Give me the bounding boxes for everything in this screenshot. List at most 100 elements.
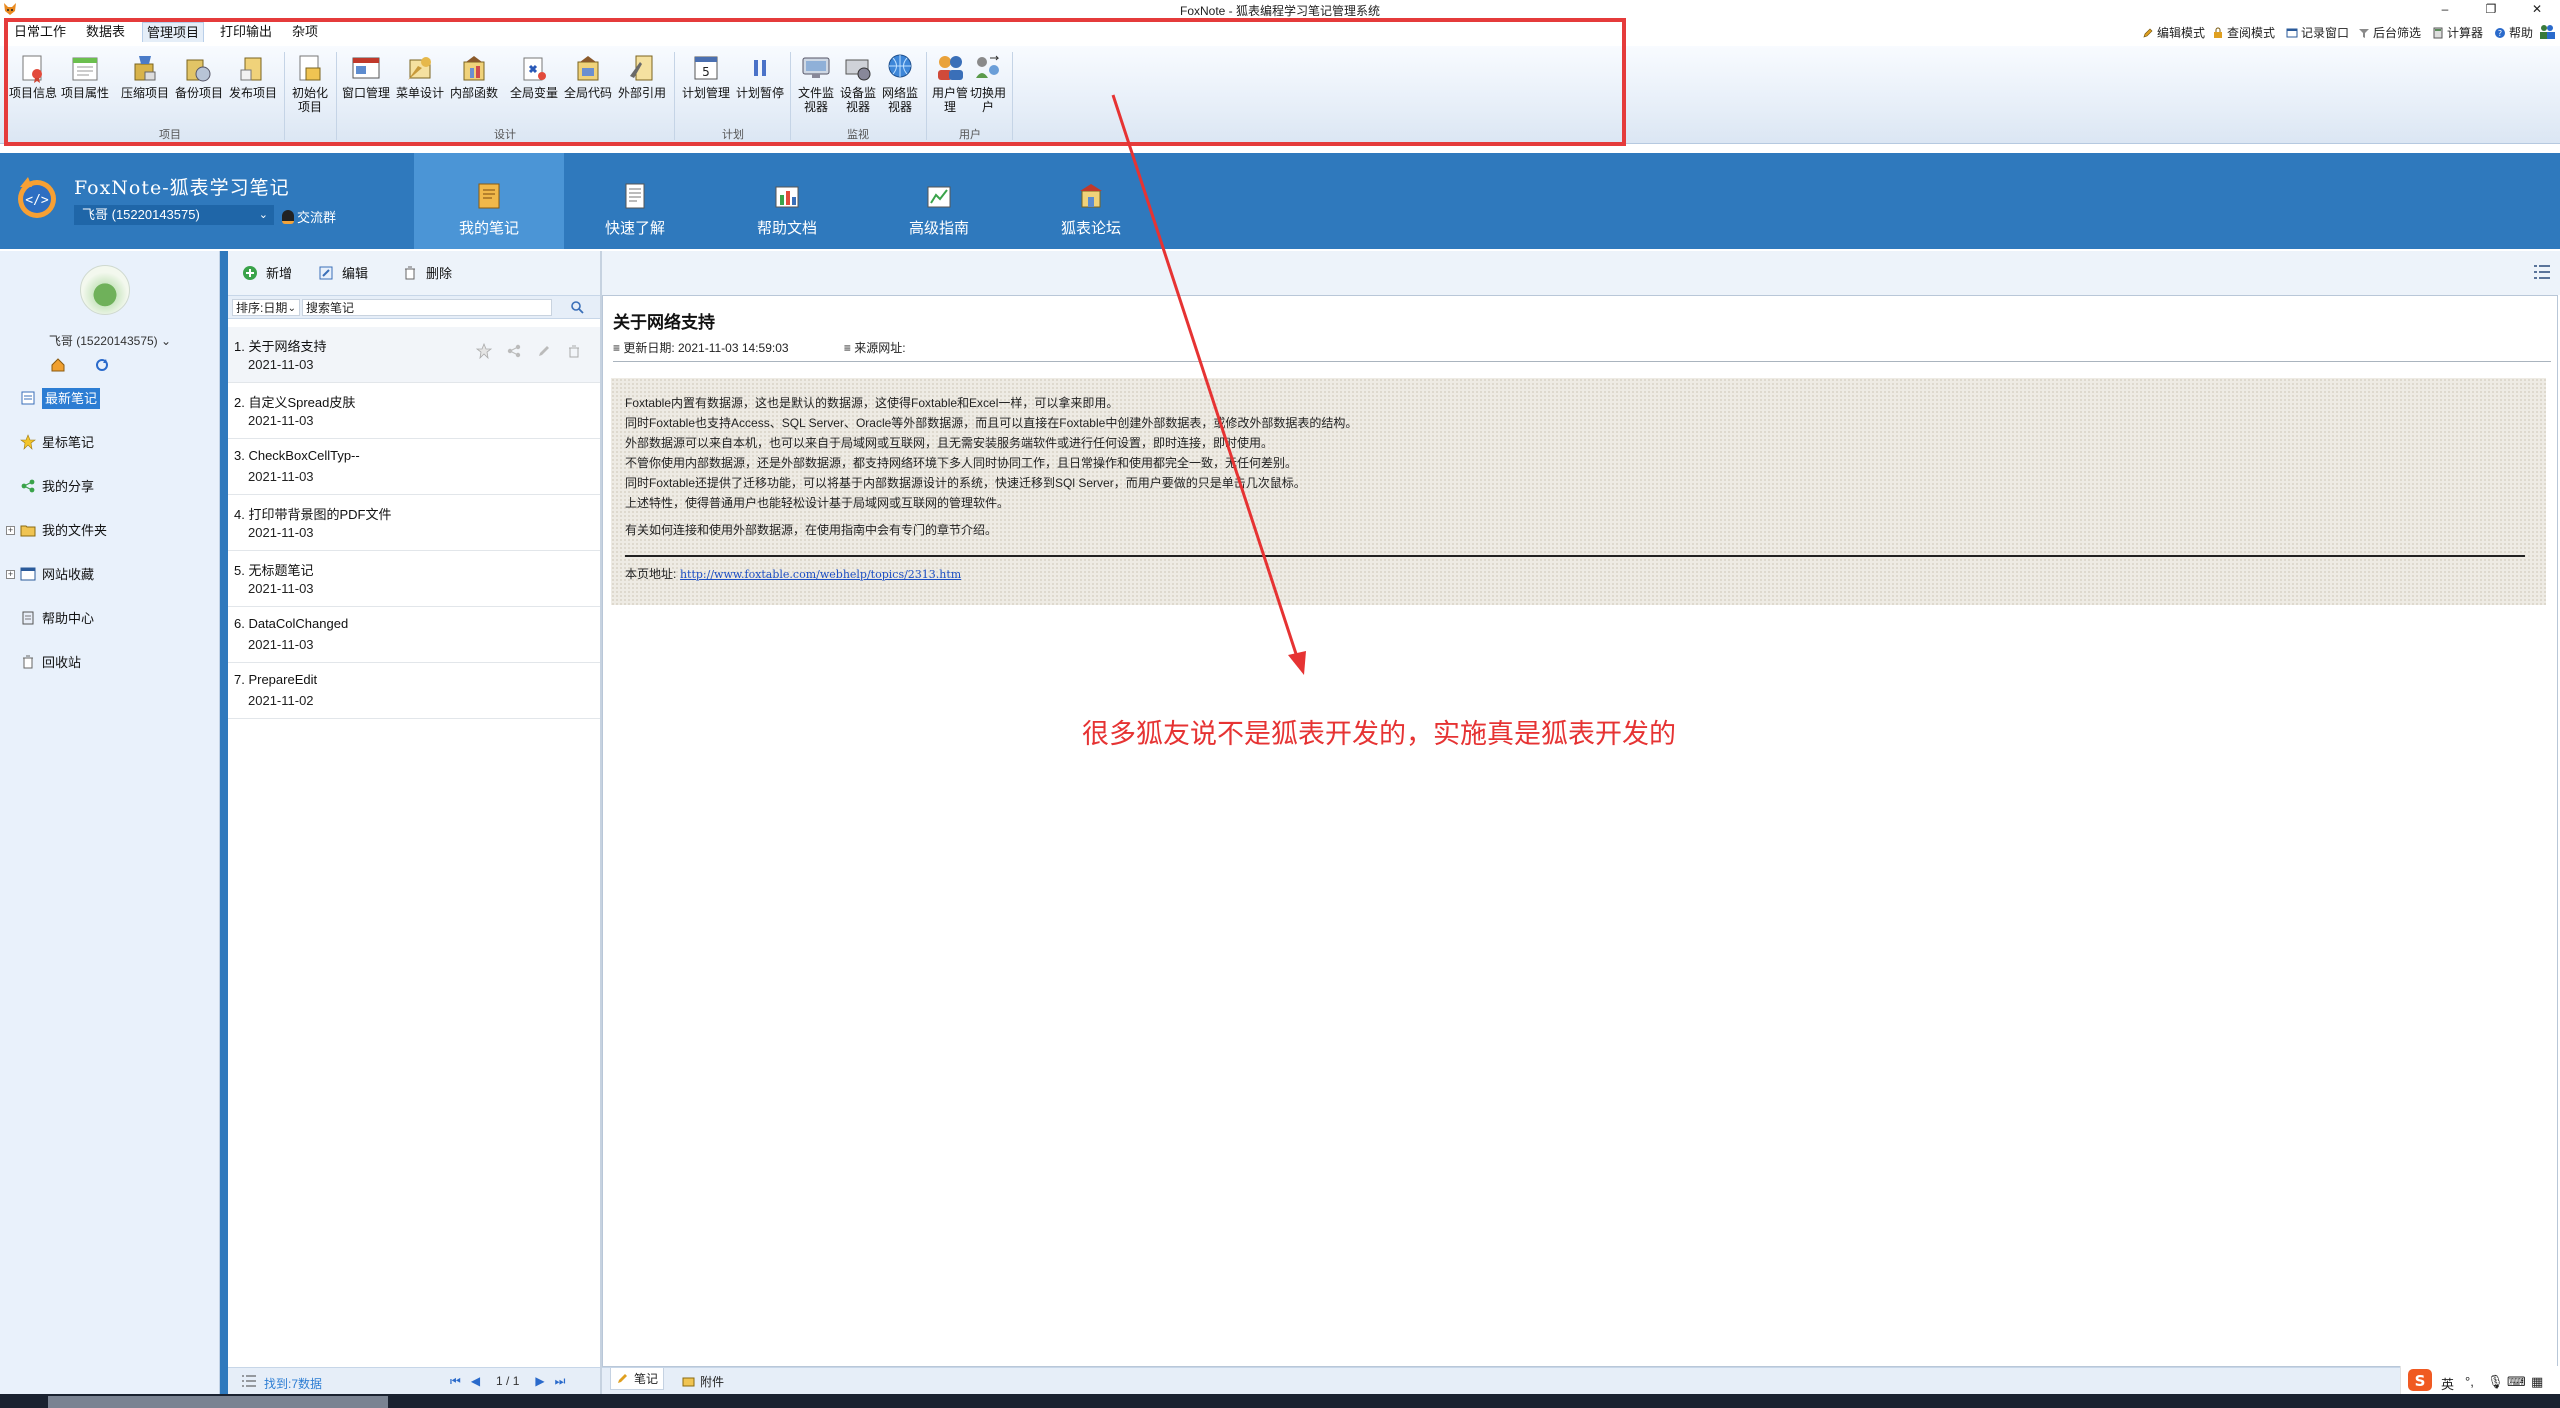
global-code-button[interactable]: 全局代码 (562, 52, 614, 100)
chat-group-link[interactable]: 交流群 (282, 207, 336, 226)
sidebar-item-label: 星标笔记 (42, 435, 95, 450)
compress-project-button[interactable]: 压缩项目 (120, 52, 170, 100)
sidebar-item-help-center[interactable]: 帮助中心 (20, 605, 94, 633)
punctuation-icon[interactable]: °, (2465, 1374, 2474, 1389)
paragraph: 同时Foxtable也支持Access、SQL Server、Oracle等外部… (625, 416, 1358, 430)
search-icon[interactable] (568, 299, 586, 316)
last-page-icon[interactable]: ⏭ (555, 1374, 566, 1389)
page-url-link[interactable]: http://www.foxtable.com/webhelp/topics/2… (680, 568, 961, 581)
note-list-item[interactable]: 6. DataColChanged 2021-11-03 (228, 607, 600, 663)
note-list-item[interactable]: 2. 自定义Spread皮肤 2021-11-03 (228, 383, 600, 439)
file-monitor-button[interactable]: 文件监视器 (796, 52, 836, 114)
ime-language[interactable]: 英 (2441, 1374, 2454, 1393)
tab-help-docs[interactable]: 帮助文档 (712, 153, 862, 249)
sort-dropdown[interactable]: 排序:日期 ⌄ (232, 299, 300, 316)
search-input[interactable]: 搜索笔记 (302, 299, 552, 316)
internal-function-button[interactable]: 内部函数 (448, 52, 500, 100)
note-title: 5. 无标题笔记 (234, 563, 314, 578)
quick-view-mode[interactable]: 查阅模式 (2212, 24, 2275, 42)
quick-record-window[interactable]: 记录窗口 (2286, 24, 2349, 42)
share-icon[interactable] (506, 343, 522, 359)
sidebar-item-my-shares[interactable]: 我的分享 (20, 473, 94, 501)
microphone-icon[interactable]: 🎙 (2487, 1374, 2504, 1390)
quick-edit-mode[interactable]: 编辑模式 (2142, 24, 2205, 42)
page-url: 本页地址: http://www.foxtable.com/webhelp/to… (625, 567, 962, 581)
note-list-item[interactable]: 3. CheckBoxCellTyp-- 2021-11-03 (228, 439, 600, 495)
switch-user-icon (976, 55, 1000, 78)
sidebar-splitter[interactable] (220, 251, 228, 1394)
sidebar-item-starred[interactable]: 星标笔记 (20, 429, 94, 457)
avatar[interactable] (80, 265, 130, 315)
sidebar-user-selector[interactable]: 飞哥 (15220143575) ⌄ (0, 332, 220, 349)
backup-project-button[interactable]: 备份项目 (174, 52, 224, 100)
quick-background-filter[interactable]: 后台筛选 (2358, 24, 2421, 42)
menu-print-output[interactable]: 打印输出 (216, 22, 276, 42)
sidebar-item-recycle-bin[interactable]: 回收站 (20, 649, 81, 677)
publish-project-button[interactable]: 发布项目 (228, 52, 278, 100)
window-icon (2286, 28, 2298, 38)
quick-calculator[interactable]: 计算器 (2432, 24, 2483, 42)
note-list-item[interactable]: 7. PrepareEdit 2021-11-02 (228, 663, 600, 719)
sidebar-item-web-bookmarks[interactable]: 网站收藏 (20, 561, 94, 589)
tab-forum[interactable]: 狐表论坛 (1016, 153, 1166, 249)
schedule-pause-button[interactable]: 计划暂停 (734, 52, 786, 100)
menu-daily-work[interactable]: 日常工作 (10, 22, 70, 42)
paragraph: 上述特性，使得普通用户也能轻松设计基于局域网或互联网的管理软件。 (625, 496, 1010, 510)
expand-toggle[interactable]: + (6, 526, 15, 535)
tab-note[interactable]: 笔记 (610, 1368, 665, 1390)
note-list-panel: 新增 编辑 删除 排序:日期 ⌄ 搜索笔记 1. 关于网络支持 2021-11-… (228, 251, 600, 1394)
tab-advanced-guide[interactable]: 高级指南 (864, 153, 1014, 249)
tab-my-notes[interactable]: 我的笔记 (414, 153, 564, 249)
tab-attachments[interactable]: 附件 (682, 1373, 724, 1390)
global-variable-button[interactable]: 全局变量 (508, 52, 560, 100)
close-button[interactable]: ✕ (2514, 0, 2560, 18)
quick-help[interactable]: ? 帮助 (2494, 24, 2533, 42)
project-info-button[interactable]: 项目信息 (8, 52, 58, 100)
project-properties-button[interactable]: 项目属性 (60, 52, 110, 100)
trash-icon[interactable] (566, 343, 582, 359)
sidebar-item-my-folders[interactable]: 我的文件夹 (20, 517, 107, 545)
note-list-item[interactable]: 1. 关于网络支持 2021-11-03 (228, 327, 600, 383)
external-reference-button[interactable]: 外部引用 (616, 52, 668, 100)
tab-quick-start[interactable]: 快速了解 (560, 153, 710, 249)
ime-menu-icon[interactable]: ▦ (2531, 1374, 2543, 1390)
schedule-manage-button[interactable]: 5 计划管理 (680, 52, 732, 100)
delete-note-button[interactable]: 删除 (402, 263, 452, 282)
note-document[interactable]: 关于网络支持 ≡ 更新日期: 2021-11-03 14:59:03 ≡ 来源网… (602, 295, 2558, 1367)
switch-user-button[interactable]: 切换用户 (968, 52, 1008, 114)
user-manage-button[interactable]: 用户管理 (930, 52, 970, 114)
note-list-item[interactable]: 5. 无标题笔记 2021-11-03 (228, 551, 600, 607)
sidebar-item-label: 回收站 (42, 655, 82, 670)
new-note-button[interactable]: 新增 (242, 263, 292, 282)
minimize-button[interactable]: – (2422, 0, 2468, 18)
initialize-project-button[interactable]: 初始化项目 (290, 52, 330, 114)
sogou-ime-icon[interactable]: S (2407, 1368, 2433, 1392)
calculator-icon (2433, 27, 2443, 39)
document-meta: ≡ 更新日期: 2021-11-03 14:59:03 ≡ 来源网址: (613, 339, 958, 356)
edit-note-button[interactable]: 编辑 (318, 263, 368, 282)
keyboard-icon[interactable]: ⌨ (2507, 1374, 2526, 1390)
menu-data-table[interactable]: 数据表 (82, 22, 129, 42)
restore-button[interactable]: ❐ (2468, 0, 2514, 18)
pencil-icon[interactable] (536, 343, 552, 359)
menu-design-button[interactable]: 菜单设计 (394, 52, 446, 100)
sidebar-item-latest-notes[interactable]: 最新笔记 (20, 385, 101, 413)
refresh-icon[interactable] (94, 357, 110, 373)
users-tray-icon[interactable] (2538, 22, 2556, 40)
list-view-icon[interactable] (2534, 265, 2550, 279)
user-selector[interactable]: 飞哥 (15220143575) ⌄ (74, 205, 274, 225)
network-monitor-button[interactable]: 网络监视器 (880, 52, 920, 114)
annotation-text: 很多狐友说不是狐表开发的，实施真是狐表开发的 (1082, 719, 1676, 749)
window-manager-button[interactable]: 窗口管理 (340, 52, 392, 100)
expand-toggle[interactable]: + (6, 570, 15, 579)
prev-page-icon[interactable]: ◀ (471, 1374, 480, 1388)
note-list-item[interactable]: 4. 打印带背景图的PDF文件 2021-11-03 (228, 495, 600, 551)
next-page-icon[interactable]: ▶ (535, 1374, 544, 1388)
device-monitor-button[interactable]: 设备监视器 (838, 52, 878, 114)
menu-manage-project[interactable]: 管理项目 (142, 22, 205, 42)
menu-misc[interactable]: 杂项 (288, 22, 322, 42)
taskbar-active-item[interactable] (48, 1396, 388, 1408)
star-icon[interactable] (475, 342, 493, 360)
home-icon[interactable] (50, 357, 66, 373)
first-page-icon[interactable]: ⏮ (450, 1374, 461, 1389)
